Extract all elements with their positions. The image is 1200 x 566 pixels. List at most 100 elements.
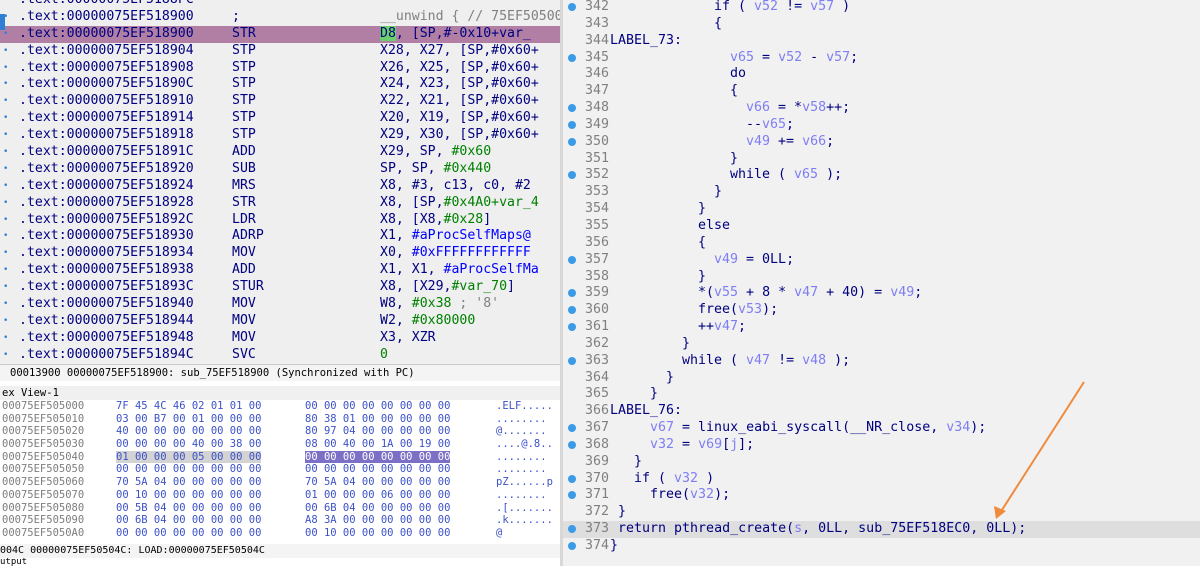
disasm-row[interactable]: • .text:00000075EF518910 STP X22, X21, [SP,… — [0, 93, 560, 110]
breakpoint-dot[interactable]: • — [3, 76, 8, 93]
breakpoint-dot[interactable]: • — [3, 347, 8, 364]
disasm-row[interactable]: • .text:00000075EF518908 STP X26, X25, [SP,… — [0, 60, 560, 77]
disasm-row[interactable]: • .text:00000075EF51894C SVC 0 — [0, 347, 560, 364]
hex-view[interactable]: 00075EF505000 7F 45 4C 46 02 01 01 00 00 0… — [0, 400, 560, 542]
pseudocode-line[interactable]: 357 v49 = 0LL; — [563, 252, 1200, 269]
hex-bytes-high[interactable]: A8 3A 00 00 00 00 00 00 — [305, 514, 450, 527]
disasm-row[interactable]: • .text:00000075EF5188FC — [0, 0, 560, 9]
pseudocode-line[interactable]: 363 while ( v47 != v48 ); — [563, 353, 1200, 370]
disasm-row[interactable]: • .text:00000075EF518924 MRS X8, #3, c13, c… — [0, 178, 560, 195]
hex-ascii[interactable]: @....... — [496, 425, 547, 438]
hex-ascii[interactable]: .k....... — [496, 514, 553, 527]
disasm-row[interactable]: • .text:00000075EF518930 ADRP X1, #aProcSel… — [0, 228, 560, 245]
breakpoint-dot[interactable] — [568, 53, 576, 62]
output-window-label[interactable]: utput — [0, 558, 560, 566]
hex-bytes-low[interactable]: 00 10 00 00 00 00 00 00 — [116, 489, 261, 502]
disasm-row[interactable]: • .text:00000075EF518944 MOV W2, #0x80000 — [0, 313, 560, 330]
breakpoint-dot[interactable]: • — [3, 262, 8, 279]
pseudocode-line[interactable]: 368 v32 = v69[j]; — [563, 437, 1200, 454]
hex-row[interactable]: 00075EF505080 00 5B 04 00 00 00 00 00 00 6… — [0, 502, 560, 515]
pseudocode-line[interactable]: 355 else — [563, 218, 1200, 235]
breakpoint-dot[interactable]: • — [3, 279, 8, 296]
pseudocode-line[interactable]: 358} — [563, 269, 1200, 286]
hex-bytes-high[interactable]: 00 10 00 00 00 00 00 00 — [305, 527, 450, 540]
hex-address[interactable]: 00075EF505030 — [2, 438, 84, 451]
breakpoint-dot[interactable]: • — [3, 161, 8, 178]
pseudocode-line[interactable]: 365} — [563, 386, 1200, 403]
hex-row[interactable]: 00075EF505010 03 00 B7 00 01 00 00 00 80 3… — [0, 413, 560, 426]
breakpoint-dot[interactable]: • — [3, 296, 8, 313]
breakpoint-dot[interactable] — [568, 542, 576, 550]
pseudocode-line[interactable]: 344 LABEL_73: — [563, 33, 1200, 50]
breakpoint-dot[interactable] — [568, 323, 576, 332]
pseudocode-line[interactable]: 353} — [563, 184, 1200, 201]
hex-bytes-high[interactable]: 70 5A 04 00 00 00 00 00 — [305, 476, 450, 489]
hex-bytes-high[interactable]: 08 00 40 00 1A 00 19 00 — [305, 438, 450, 451]
hex-bytes-low[interactable]: 70 5A 04 00 00 00 00 00 — [116, 476, 261, 489]
hex-address[interactable]: 00075EF5050A0 — [2, 527, 84, 540]
pseudocode-line[interactable]: 348 v66 = *v58++; — [563, 100, 1200, 117]
breakpoint-dot[interactable] — [568, 171, 576, 180]
hex-bytes-low[interactable]: 00 6B 04 00 00 00 00 00 — [116, 514, 261, 527]
breakpoint-dot[interactable] — [568, 440, 576, 449]
hex-ascii[interactable]: ........ — [496, 463, 547, 476]
breakpoint-dot[interactable] — [568, 424, 576, 433]
breakpoint-dot[interactable]: • — [3, 178, 8, 195]
pseudocode-line[interactable]: 370 if ( v32 ) — [563, 471, 1200, 488]
disasm-row[interactable]: • .text:00000075EF51893C STUR X8, [X29,#var… — [0, 279, 560, 296]
hex-bytes-high[interactable]: 00 00 00 00 00 00 00 00 — [305, 400, 450, 413]
hex-ascii[interactable]: pZ......p — [496, 476, 553, 489]
breakpoint-dot[interactable] — [568, 491, 576, 500]
disasm-row[interactable]: • .text:00000075EF51891C ADD X29, SP, #0x60 — [0, 144, 560, 161]
hex-ascii[interactable]: ....@.8.. — [496, 438, 553, 451]
breakpoint-dot[interactable]: • — [3, 330, 8, 347]
breakpoint-dot[interactable] — [568, 137, 576, 146]
breakpoint-dot[interactable]: • — [3, 212, 8, 229]
hex-bytes-low[interactable]: 00 00 00 00 00 00 00 00 — [116, 527, 261, 540]
breakpoint-dot[interactable] — [568, 104, 576, 113]
pseudocode-line[interactable]: 367 v67 = linux_eabi_syscall(__NR_close, … — [563, 420, 1200, 437]
pseudocode-line[interactable]: 352 while ( v65 ); — [563, 167, 1200, 184]
disasm-row[interactable]: • .text:00000075EF518920 SUB SP, SP, #0x440 — [0, 161, 560, 178]
disasm-row[interactable]: • .text:00000075EF518900 STR D8, [SP,#-0x10… — [0, 25, 560, 43]
breakpoint-dot[interactable]: • — [3, 0, 8, 9]
hex-row[interactable]: 00075EF505030 00 00 00 00 40 00 38 00 08 0… — [0, 438, 560, 451]
hex-bytes-low[interactable]: 7F 45 4C 46 02 01 01 00 — [116, 400, 261, 413]
pseudocode-line[interactable]: 356 { — [563, 235, 1200, 252]
pseudocode-line[interactable]: 349 --v65; — [563, 117, 1200, 134]
breakpoint-dot[interactable]: • — [3, 93, 8, 110]
hex-row[interactable]: 00075EF505040 01 00 00 00 05 00 00 00 00 0… — [0, 450, 560, 464]
disasm-row[interactable]: • .text:00000075EF518948 MOV X3, XZR — [0, 330, 560, 347]
pseudocode-line[interactable]: 359 *(v55 + 8 * v47 + 40) = v49; — [563, 285, 1200, 302]
breakpoint-dot[interactable] — [568, 255, 576, 264]
hex-bytes-high[interactable]: 01 00 00 00 06 00 00 00 — [305, 489, 450, 502]
disasm-row[interactable]: • .text:00000075EF518914 STP X20, X19, [SP,… — [0, 110, 560, 127]
breakpoint-dot[interactable]: • — [3, 110, 8, 127]
pseudocode-line[interactable]: 350 v49 += v66; — [563, 134, 1200, 151]
pseudocode-line[interactable]: 346 do — [563, 66, 1200, 83]
pseudocode-line[interactable]: 364} — [563, 370, 1200, 387]
hex-row[interactable]: 00075EF5050A0 00 00 00 00 00 00 00 00 00 1… — [0, 527, 560, 540]
breakpoint-dot[interactable]: • — [3, 245, 8, 262]
hex-row[interactable]: 00075EF505050 00 00 00 00 00 00 00 00 00 0… — [0, 463, 560, 476]
breakpoint-dot[interactable] — [568, 306, 576, 315]
pseudocode-line[interactable]: 362} — [563, 336, 1200, 353]
pseudocode-line[interactable]: 373 return pthread_create(s, 0LL, sub_75E… — [563, 521, 1200, 538]
pseudocode-line[interactable]: 360 free(v53); — [563, 302, 1200, 319]
pseudocode-line[interactable]: 343 { — [563, 16, 1200, 33]
pseudocode-view[interactable]: 342 if ( v52 != v57 ) 343 {344 LABEL_73: 345 v… — [563, 0, 1200, 566]
breakpoint-dot[interactable]: • — [3, 43, 8, 60]
disasm-row[interactable]: • .text:00000075EF518938 ADD X1, X1, #aProc… — [0, 262, 560, 279]
disasm-row[interactable]: • .text:00000075EF51890C STP X24, X23, [SP,… — [0, 76, 560, 93]
hex-bytes-high[interactable]: 00 00 00 00 00 00 00 00 — [305, 463, 450, 476]
hex-row[interactable]: 00075EF505070 00 10 00 00 00 00 00 00 01 0… — [0, 489, 560, 502]
breakpoint-dot[interactable] — [568, 120, 576, 129]
hex-bytes-high[interactable]: 80 97 04 00 00 00 00 00 — [305, 425, 450, 438]
pseudocode-line[interactable]: 354} — [563, 201, 1200, 218]
hex-ascii[interactable]: .ELF..... — [496, 400, 553, 413]
breakpoint-dot[interactable]: • — [3, 195, 8, 212]
hex-bytes-low[interactable]: 00 5B 04 00 00 00 00 00 — [116, 502, 261, 515]
hex-address[interactable]: 00075EF505070 — [2, 489, 84, 502]
pseudocode-line[interactable]: 347 { — [563, 83, 1200, 100]
hex-bytes-low[interactable]: 03 00 B7 00 01 00 00 00 — [116, 413, 261, 426]
